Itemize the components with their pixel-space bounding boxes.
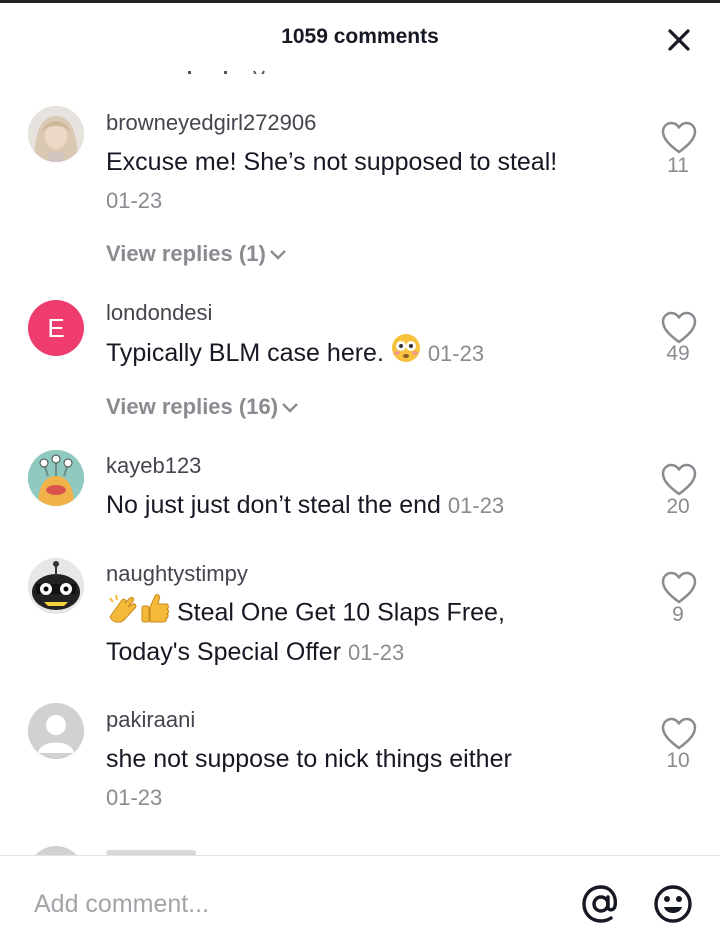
- comment-username[interactable]: naughtystimpy: [106, 561, 248, 587]
- comment-text: Typically BLM case here.: [106, 339, 384, 367]
- comment-text-line: No just just don’t steal the end 01-23: [106, 485, 504, 526]
- heart-icon: [661, 121, 697, 154]
- comment-date: 01-23: [106, 188, 163, 213]
- comment-text-line-2: Today's Special Offer 01-23: [106, 632, 404, 673]
- emoji-button[interactable]: [652, 883, 694, 925]
- clipped-next-avatar: [28, 846, 84, 855]
- comment-username[interactable]: browneyedgirl272906: [106, 110, 316, 136]
- chevron-down-icon: [269, 250, 286, 260]
- like-count: 9: [672, 603, 684, 626]
- like-button[interactable]: [660, 716, 698, 752]
- comment-count-title: 1059 comments: [281, 25, 439, 48]
- comment-text: No just just don’t steal the end: [106, 491, 441, 519]
- like-count: 11: [667, 154, 689, 177]
- comment-text: Excuse me! She’s not supposed to steal!: [106, 148, 558, 176]
- comments-header: 1059 comments: [0, 3, 720, 65]
- close-icon: [668, 29, 690, 51]
- chevron-down-icon: [282, 403, 298, 413]
- comment-username[interactable]: londondesi: [106, 300, 212, 326]
- view-replies-label: View replies (1): [106, 241, 266, 266]
- heart-icon: [661, 571, 697, 604]
- flushed-face-emoji-icon: [391, 333, 421, 375]
- thumbs-up-emoji-icon: [140, 592, 170, 636]
- view-replies-link[interactable]: View replies (1): [106, 241, 288, 267]
- smiley-face-icon: [654, 885, 692, 923]
- comment-composer: [0, 856, 720, 950]
- like-count: 20: [666, 495, 690, 518]
- comment-text: she not suppose to nick things either: [106, 745, 512, 773]
- like-button[interactable]: [660, 310, 698, 346]
- avatar[interactable]: [28, 106, 84, 162]
- comment-text-continued: Today's Special Offer: [106, 638, 341, 666]
- comment-text-line: Steal One Get 10 Slaps Free,: [106, 592, 505, 636]
- heart-icon: [661, 463, 697, 496]
- avatar[interactable]: E: [28, 300, 84, 356]
- like-count: 49: [666, 342, 690, 365]
- like-button[interactable]: [660, 462, 698, 498]
- comment-username[interactable]: pakiraani: [106, 707, 195, 733]
- add-comment-input[interactable]: [34, 886, 554, 922]
- comment-date: 01-23: [447, 493, 505, 518]
- comment-text: Steal One Get 10 Slaps Free,: [176, 598, 505, 627]
- comment-date: 01-23: [427, 341, 485, 366]
- comment-list[interactable]: browneyedgirl272906 Excuse me! She’s not…: [0, 0, 720, 855]
- view-replies-link[interactable]: View replies (16): [106, 394, 300, 420]
- avatar[interactable]: [28, 558, 84, 614]
- default-avatar-icon: [28, 703, 84, 759]
- avatar[interactable]: [28, 450, 84, 506]
- like-button[interactable]: [660, 570, 698, 606]
- comment-date: 01-23: [347, 640, 405, 665]
- comment-username[interactable]: kayeb123: [106, 453, 201, 479]
- avatar[interactable]: [28, 703, 84, 759]
- comment-text-line: Typically BLM case here. 01-23: [106, 333, 484, 375]
- heart-icon: [661, 717, 697, 750]
- avatar-letter: E: [47, 312, 65, 343]
- heart-icon: [661, 311, 697, 344]
- view-replies-label: View replies (16): [106, 394, 279, 419]
- at-sign-icon: [582, 885, 618, 923]
- clipped-previous-content: [150, 64, 280, 74]
- clapping-hands-emoji-icon: [106, 592, 140, 636]
- close-button[interactable]: [662, 23, 696, 57]
- comment-date: 01-23: [106, 785, 163, 810]
- like-count: 10: [666, 749, 690, 772]
- like-button[interactable]: [660, 120, 698, 156]
- mention-button[interactable]: [580, 883, 622, 925]
